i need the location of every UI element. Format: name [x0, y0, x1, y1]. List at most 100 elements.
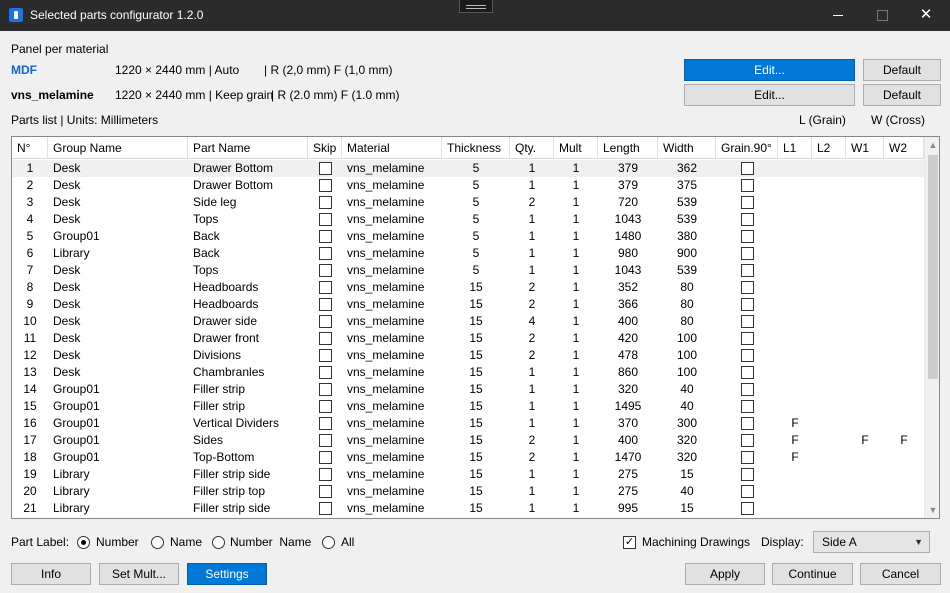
- table-row[interactable]: 21 Library Filler strip side vns_melamine 15…: [12, 500, 924, 517]
- skip-checkbox[interactable]: [319, 366, 332, 379]
- grain-checkbox[interactable]: [741, 366, 754, 379]
- skip-checkbox[interactable]: [319, 213, 332, 226]
- table-row[interactable]: 9 Desk Headboards vns_melamine 15 2 1 366 80: [12, 296, 924, 313]
- skip-checkbox[interactable]: [319, 264, 332, 277]
- grain-checkbox[interactable]: [741, 400, 754, 413]
- header-col-mult[interactable]: Mult: [554, 137, 598, 159]
- apply-button[interactable]: Apply: [685, 563, 765, 585]
- scroll-down-icon[interactable]: ▼: [925, 502, 939, 518]
- set-mult-button[interactable]: Set Mult...: [99, 563, 179, 585]
- header-col-w2[interactable]: W2: [884, 137, 924, 159]
- settings-button[interactable]: Settings: [187, 563, 267, 585]
- continue-button[interactable]: Continue: [772, 563, 853, 585]
- table-row[interactable]: 11 Desk Drawer front vns_melamine 15 2 1 420 100: [12, 330, 924, 347]
- table-row[interactable]: 14 Group01 Filler strip vns_melamine 15 1 1 320…: [12, 381, 924, 398]
- grain-checkbox[interactable]: [741, 502, 754, 515]
- table-row[interactable]: 16 Group01 Vertical Dividers vns_melamine 15…: [12, 415, 924, 432]
- header-col-w1[interactable]: W1: [846, 137, 884, 159]
- table-row[interactable]: 13 Desk Chambranles vns_melamine 15 1 1 860 100: [12, 364, 924, 381]
- grain-checkbox[interactable]: [741, 230, 754, 243]
- skip-checkbox[interactable]: [319, 298, 332, 311]
- table-row[interactable]: 6 Library Back vns_melamine 5 1 1 980 900: [12, 245, 924, 262]
- grain-checkbox[interactable]: [741, 196, 754, 209]
- table-row[interactable]: 15 Group01 Filler strip vns_melamine 15 1 1 149…: [12, 398, 924, 415]
- cancel-button[interactable]: Cancel: [860, 563, 941, 585]
- skip-checkbox[interactable]: [319, 502, 332, 515]
- table-row[interactable]: 2 Desk Drawer Bottom vns_melamine 5 1 1 379 375: [12, 177, 924, 194]
- vertical-scrollbar[interactable]: ▲ ▼: [924, 137, 939, 518]
- table-row[interactable]: 10 Desk Drawer side vns_melamine 15 4 1 400 80: [12, 313, 924, 330]
- header-col-qty[interactable]: Qty.: [510, 137, 554, 159]
- skip-checkbox[interactable]: [319, 247, 332, 260]
- skip-checkbox[interactable]: [319, 179, 332, 192]
- skip-checkbox[interactable]: [319, 485, 332, 498]
- header-col-length[interactable]: Length: [598, 137, 658, 159]
- grain-checkbox[interactable]: [741, 434, 754, 447]
- table-row[interactable]: 5 Group01 Back vns_melamine 5 1 1 1480 380: [12, 228, 924, 245]
- skip-checkbox[interactable]: [319, 400, 332, 413]
- display-select[interactable]: Side A ▼: [813, 531, 930, 553]
- radio-all[interactable]: [322, 536, 335, 549]
- header-col-width[interactable]: Width: [658, 137, 716, 159]
- header-col-l2[interactable]: L2: [812, 137, 846, 159]
- skip-checkbox[interactable]: [319, 383, 332, 396]
- machining-checkbox[interactable]: ✓: [623, 536, 636, 549]
- drag-handle-icon[interactable]: [459, 0, 493, 13]
- radio-name[interactable]: [151, 536, 164, 549]
- edit-melamine-button[interactable]: Edit...: [684, 84, 855, 106]
- grain-checkbox[interactable]: [741, 179, 754, 192]
- header-col-material[interactable]: Material: [342, 137, 442, 159]
- table-row[interactable]: 8 Desk Headboards vns_melamine 15 2 1 352 80: [12, 279, 924, 296]
- skip-checkbox[interactable]: [319, 332, 332, 345]
- edit-mdf-button[interactable]: Edit...: [684, 59, 855, 81]
- table-row[interactable]: 18 Group01 Top-Bottom vns_melamine 15 2 1 1470 3…: [12, 449, 924, 466]
- skip-checkbox[interactable]: [319, 349, 332, 362]
- skip-checkbox[interactable]: [319, 451, 332, 464]
- grain-checkbox[interactable]: [741, 298, 754, 311]
- skip-checkbox[interactable]: [319, 230, 332, 243]
- radio-number-name[interactable]: [212, 536, 225, 549]
- grain-checkbox[interactable]: [741, 264, 754, 277]
- header-col-skip[interactable]: Skip: [308, 137, 342, 159]
- grain-checkbox[interactable]: [741, 247, 754, 260]
- skip-checkbox[interactable]: [319, 162, 332, 175]
- skip-checkbox[interactable]: [319, 434, 332, 447]
- grain-checkbox[interactable]: [741, 332, 754, 345]
- grain-checkbox[interactable]: [741, 485, 754, 498]
- table-row[interactable]: 7 Desk Tops vns_melamine 5 1 1 1043 539: [12, 262, 924, 279]
- close-icon[interactable]: ✕: [916, 6, 936, 24]
- header-col-group-name[interactable]: Group Name: [48, 137, 188, 159]
- header-col-thickness[interactable]: Thickness: [442, 137, 510, 159]
- grain-checkbox[interactable]: [741, 162, 754, 175]
- default-mdf-button[interactable]: Default: [863, 59, 941, 81]
- header-col-l1[interactable]: L1: [778, 137, 812, 159]
- minimize-icon[interactable]: [828, 6, 848, 24]
- table-row[interactable]: 1 Desk Drawer Bottom vns_melamine 5 1 1 379 362: [12, 160, 924, 177]
- grain-checkbox[interactable]: [741, 315, 754, 328]
- radio-number[interactable]: [77, 536, 90, 549]
- parts-table[interactable]: N° Group Name Part Name Skip Material Thickne…: [11, 136, 940, 519]
- header-col-part-name[interactable]: Part Name: [188, 137, 308, 159]
- header-col-grain[interactable]: Grain.90°: [716, 137, 778, 159]
- table-row[interactable]: 3 Desk Side leg vns_melamine 5 2 1 720 539: [12, 194, 924, 211]
- grain-checkbox[interactable]: [741, 213, 754, 226]
- table-row[interactable]: 4 Desk Tops vns_melamine 5 1 1 1043 539: [12, 211, 924, 228]
- skip-checkbox[interactable]: [319, 281, 332, 294]
- table-row[interactable]: 12 Desk Divisions vns_melamine 15 2 1 478 100: [12, 347, 924, 364]
- skip-checkbox[interactable]: [319, 196, 332, 209]
- table-row[interactable]: 17 Group01 Sides vns_melamine 15 2 1 400 320 F F F: [12, 432, 924, 449]
- scroll-up-icon[interactable]: ▲: [925, 137, 939, 153]
- grain-checkbox[interactable]: [741, 383, 754, 396]
- grain-checkbox[interactable]: [741, 417, 754, 430]
- info-button[interactable]: Info: [11, 563, 91, 585]
- skip-checkbox[interactable]: [319, 315, 332, 328]
- grain-checkbox[interactable]: [741, 451, 754, 464]
- header-col-number[interactable]: N°: [12, 137, 48, 159]
- skip-checkbox[interactable]: [319, 468, 332, 481]
- grain-checkbox[interactable]: [741, 468, 754, 481]
- skip-checkbox[interactable]: [319, 417, 332, 430]
- grain-checkbox[interactable]: [741, 281, 754, 294]
- scroll-thumb[interactable]: [928, 155, 938, 379]
- grain-checkbox[interactable]: [741, 349, 754, 362]
- table-row[interactable]: 19 Library Filler strip side vns_melamine 15…: [12, 466, 924, 483]
